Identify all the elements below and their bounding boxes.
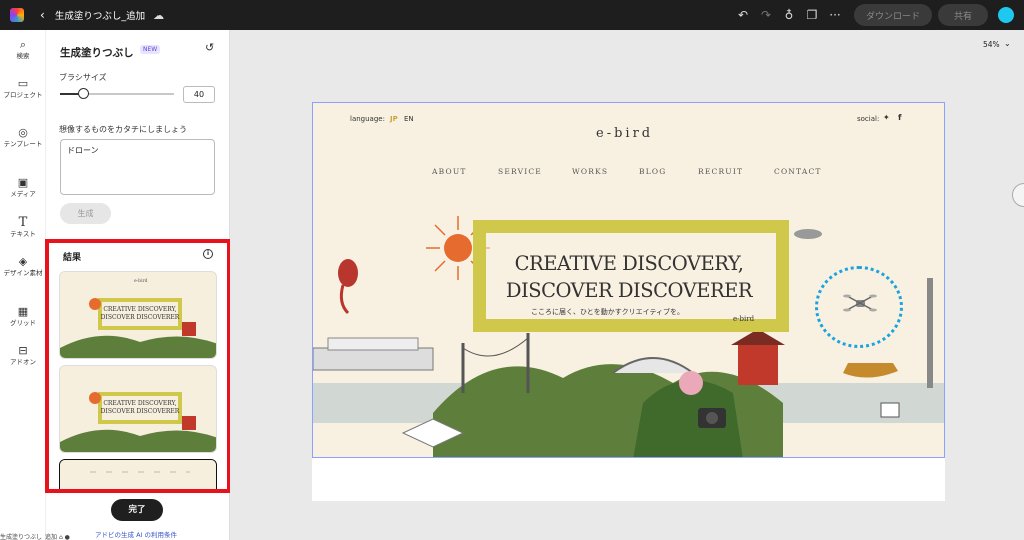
done-button[interactable]: 完了 <box>111 499 163 521</box>
more-icon[interactable]: ··· <box>825 8 845 22</box>
rail-item-media[interactable]: ▣ メディア <box>0 176 46 199</box>
redo-icon[interactable]: ↷ <box>756 8 776 22</box>
twitter-icon: ✦ <box>883 113 890 122</box>
result-thumbnail-selected[interactable] <box>59 459 217 489</box>
rail-item-addons[interactable]: ⊟ アドオン <box>0 344 46 367</box>
artwork-nav-item: CONTACT <box>774 167 822 176</box>
artwork-nav-item: RECRUIT <box>698 167 744 176</box>
tagline: こころに届く、ひとを動かすクリエイティブを。 <box>531 308 685 316</box>
result-thumbnail-artwork <box>60 460 216 489</box>
zoom-level[interactable]: 54% <box>983 40 1000 49</box>
result-thumbnail-artwork: CREATIVE DISCOVERY, DISCOVER DISCOVERER <box>60 366 216 452</box>
artwork-nav-item: WORKS <box>572 167 609 176</box>
brush-size-label: ブラシサイズ <box>59 73 107 82</box>
thumb-headline: CREATIVE DISCOVERY, <box>103 400 176 407</box>
back-chevron-icon[interactable]: ‹ <box>40 8 45 22</box>
prompt-input[interactable]: ドローン <box>60 139 215 195</box>
page-surface[interactable] <box>312 457 945 501</box>
lightbulb-icon[interactable]: ♁ <box>779 8 799 22</box>
rail-item-search[interactable]: ⌕ 検索 <box>0 38 46 61</box>
addon-icon: ⊟ <box>18 344 28 357</box>
search-icon: ⌕ <box>19 38 27 51</box>
svg-text:e-bird: e-bird <box>134 278 148 284</box>
rail-item-label: プロジェクト <box>3 91 43 99</box>
panel-title: 生成塗りつぶし <box>60 47 134 59</box>
template-icon: ◎ <box>18 126 28 139</box>
folder-icon: ▭ <box>17 77 29 90</box>
chevron-down-icon[interactable]: ⌄ <box>1004 39 1011 48</box>
status-text: 生成塗りつぶし_追加 ⌂ ● <box>0 534 70 540</box>
result-thumbnail-artwork: e-bird CREATIVE DISCOVERY, DISCOVER DISC… <box>60 272 216 358</box>
rail-item-design-assets[interactable]: ◈ デザイン素材 <box>0 255 46 278</box>
brand-logo: e-bird <box>596 126 654 141</box>
document-title[interactable]: 生成塗りつぶし_追加 <box>55 8 145 22</box>
language-jp: JP <box>390 115 398 123</box>
media-icon: ▣ <box>17 176 29 189</box>
top-bar-actions: ↶ ↷ ♁ ❐ ··· ダウンロード 共有 <box>733 0 1024 30</box>
download-button[interactable]: ダウンロード <box>853 4 932 26</box>
results-section: 結果 i e-bird CREATIVE DISCOVERY, DISCOVER… <box>45 239 231 493</box>
rail-item-label: メディア <box>10 190 36 198</box>
cloud-icon[interactable]: ☁ <box>153 9 164 22</box>
brush-size-slider-handle[interactable] <box>77 88 89 99</box>
thumb-headline: DISCOVER DISCOVERER <box>101 408 180 415</box>
results-title: 結果 <box>63 253 82 263</box>
rail-item-label: グリッド <box>10 319 36 327</box>
app-root: ‹ 生成塗りつぶし_追加 ☁ ↶ ↷ ♁ ❐ ··· ダウンロード 共有 ⌕ 検… <box>0 0 1024 540</box>
headline: CREATIVE DISCOVERY, DISCOVER DISCOVERER <box>479 250 779 304</box>
terms-link[interactable]: アドビの生成 AI の利用条件 <box>95 529 177 539</box>
brush-size-input[interactable]: 40 <box>183 86 215 103</box>
generate-button[interactable]: 生成 <box>60 203 111 224</box>
top-bar: ‹ 生成塗りつぶし_追加 ☁ ↶ ↷ ♁ ❐ ··· ダウンロード 共有 <box>0 0 1024 30</box>
tagline-brand: e-bird <box>733 315 755 323</box>
avatar[interactable] <box>998 7 1014 23</box>
result-thumbnail[interactable]: e-bird CREATIVE DISCOVERY, DISCOVER DISC… <box>59 271 217 359</box>
rail-item-text[interactable]: T テキスト <box>0 216 46 239</box>
social-label: social: <box>857 115 880 123</box>
reset-icon[interactable]: ↺ <box>205 41 214 54</box>
thumb-headline: DISCOVER DISCOVERER <box>101 314 180 321</box>
headline-line-2: DISCOVER DISCOVERER <box>505 279 753 302</box>
artwork-nav-item: BLOG <box>639 167 667 176</box>
headline-line-1: CREATIVE DISCOVERY, <box>514 252 744 275</box>
rail-item-templates[interactable]: ◎ テンプレート <box>0 126 46 149</box>
rail-item-label: テンプレート <box>3 140 43 148</box>
rail-item-grid[interactable]: ▦ グリッド <box>0 305 46 328</box>
design-assets-icon: ◈ <box>18 255 28 268</box>
rail-item-label: デザイン素材 <box>3 269 43 277</box>
new-badge: NEW <box>140 45 161 54</box>
text-icon: T <box>18 215 28 230</box>
comment-icon[interactable]: ❐ <box>802 8 822 22</box>
left-rail: ⌕ 検索 ▭ プロジェクト ◎ テンプレート ▣ メディア T テキスト ◈ デ… <box>0 30 46 540</box>
info-icon[interactable]: i <box>203 249 213 259</box>
rail-item-label: 検索 <box>16 52 30 60</box>
rail-item-label: テキスト <box>10 230 36 238</box>
rail-item-label: アドオン <box>10 358 36 366</box>
thumb-headline: CREATIVE DISCOVERY, <box>103 306 176 313</box>
grid-icon: ▦ <box>17 305 29 318</box>
language-label: language: <box>350 115 385 123</box>
language-en: EN <box>404 115 414 123</box>
drone-icon <box>843 294 877 312</box>
artwork-nav-item: ABOUT <box>432 167 467 176</box>
adobe-express-logo-icon[interactable] <box>10 8 24 22</box>
result-thumbnail[interactable]: CREATIVE DISCOVERY, DISCOVER DISCOVERER <box>59 365 217 453</box>
undo-icon[interactable]: ↶ <box>733 8 753 22</box>
facebook-icon: f <box>898 113 902 122</box>
artwork-nav-item: SERVICE <box>498 167 542 176</box>
prompt-label: 想像するものをカタチにしましょう <box>59 125 187 134</box>
rail-item-projects[interactable]: ▭ プロジェクト <box>0 77 46 100</box>
share-button[interactable]: 共有 <box>938 4 988 26</box>
